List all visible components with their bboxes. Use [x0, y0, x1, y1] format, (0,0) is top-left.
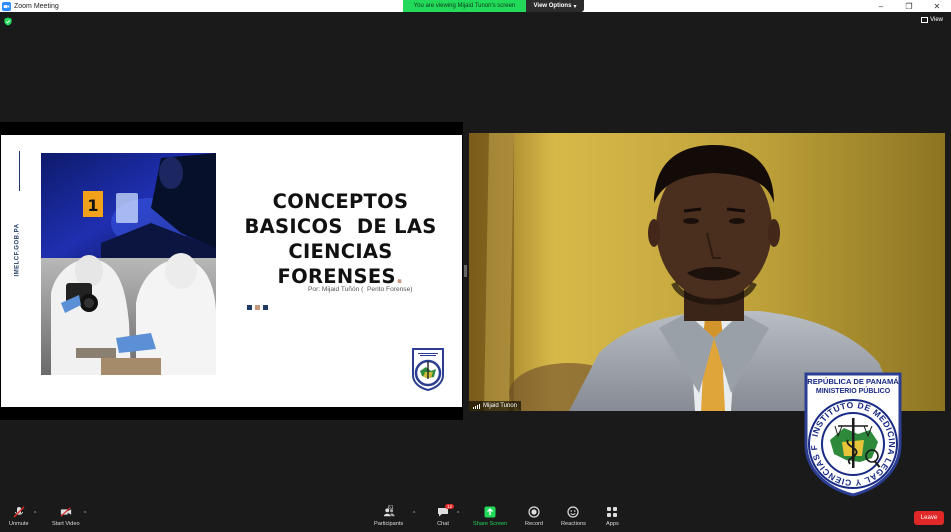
- unmute-button[interactable]: Unmute: [9, 506, 29, 527]
- share-screen-icon: [484, 506, 496, 518]
- slide-title-line-3: CIENCIAS: [288, 240, 393, 263]
- slide-dot: [255, 305, 260, 310]
- chat-button[interactable]: 12 Chat: [437, 504, 455, 527]
- screen-share-banner: You are viewing Mijaid Tunon's screen Vi…: [403, 0, 584, 12]
- share-screen-label: Share Screen: [473, 521, 508, 527]
- split-view-handle[interactable]: [464, 265, 467, 277]
- slide-side-text: IMELCF.GOB.PA: [8, 195, 28, 305]
- participant-name: Mijaid Tunon: [483, 403, 518, 409]
- shield-icon[interactable]: [4, 17, 12, 26]
- slide-institute-logo: [412, 348, 444, 391]
- meeting-toolbar: Unmute ^ Start Video ^ 61 Participants ^…: [0, 502, 951, 532]
- slide-title-line-1: CONCEPTOS: [272, 190, 409, 213]
- apps-button[interactable]: Apps: [606, 506, 619, 527]
- camera-off-icon: [60, 507, 71, 517]
- window-controls: – ❐ ✕: [867, 0, 951, 12]
- institute-emblem-overlay: REPÚBLICA DE PANAMÁ MINISTERIO PÚBLICO I…: [800, 370, 902, 497]
- view-options-label: View Options: [533, 3, 572, 9]
- zoom-app-icon: [2, 1, 11, 11]
- chat-label: Chat: [437, 521, 449, 527]
- chat-options-caret[interactable]: ^: [457, 511, 459, 517]
- view-options-button[interactable]: View Options ▾: [526, 0, 584, 12]
- unmute-label: Unmute: [9, 521, 29, 527]
- share-screen-button[interactable]: Share Screen: [473, 506, 507, 527]
- slide-title-dot: .: [395, 265, 404, 288]
- record-button[interactable]: Record: [525, 506, 543, 527]
- shared-screen[interactable]: IMELCF.GOB.PA 1 CONCEPTOS BASICOS DE LAS…: [0, 122, 463, 420]
- slide-decorative-dots: [247, 305, 268, 310]
- viewing-screen-label: You are viewing Mijaid Tunon's screen: [403, 0, 526, 12]
- slide-title: CONCEPTOS BASICOS DE LAS CIENCIAS FORENS…: [229, 189, 452, 289]
- reactions-label: Reactions: [561, 521, 586, 527]
- view-button-label: View: [930, 17, 943, 23]
- participants-count: 61: [388, 505, 394, 511]
- slide-website-text: IMELCF.GOB.PA: [15, 223, 21, 277]
- svg-text:1: 1: [87, 196, 98, 215]
- record-label: Record: [525, 521, 544, 527]
- slide-title-line-4-text: FORENSES: [277, 265, 396, 288]
- emblem-top-text-2: MINISTERIO PÚBLICO: [816, 386, 891, 395]
- apps-label: Apps: [606, 521, 619, 527]
- apps-icon: [607, 507, 618, 517]
- audio-options-caret[interactable]: ^: [34, 511, 36, 517]
- participants-options-caret[interactable]: ^: [413, 511, 415, 517]
- close-button[interactable]: ✕: [923, 0, 951, 12]
- grid-view-icon: [921, 17, 929, 23]
- chat-unread-badge: 12: [445, 504, 455, 509]
- minimize-button[interactable]: –: [867, 0, 895, 12]
- emblem-top-text-1: REPÚBLICA DE PANAMÁ: [807, 377, 899, 386]
- slide-dot: [247, 305, 252, 310]
- slide-title-line-2: BASICOS DE LAS: [244, 215, 437, 238]
- signal-strength-icon: [473, 403, 480, 409]
- start-video-label: Start Video: [52, 521, 80, 527]
- restore-button[interactable]: ❐: [895, 0, 923, 12]
- record-icon: [528, 506, 540, 518]
- window-title: Zoom Meeting: [14, 2, 59, 10]
- chevron-down-icon: ▾: [573, 3, 577, 10]
- reactions-icon: [567, 506, 580, 518]
- slide-byline: Por: Mijaid Tuñón ( Perito Forense): [308, 286, 413, 293]
- participants-label: Participants: [374, 521, 404, 527]
- video-options-caret[interactable]: ^: [84, 511, 86, 517]
- microphone-muted-icon: [13, 506, 25, 518]
- participant-name-badge: Mijaid Tunon: [469, 401, 522, 411]
- slide-dot: [263, 305, 268, 310]
- presentation-slide: IMELCF.GOB.PA 1 CONCEPTOS BASICOS DE LAS…: [1, 135, 462, 407]
- start-video-button[interactable]: Start Video: [52, 506, 80, 527]
- slide-side-line: [19, 151, 20, 191]
- leave-button[interactable]: Leave: [914, 511, 944, 525]
- participants-button[interactable]: 61 Participants: [374, 505, 404, 527]
- view-button[interactable]: View: [921, 17, 943, 23]
- reactions-button[interactable]: Reactions: [561, 506, 586, 527]
- forensic-photo: 1: [41, 153, 216, 375]
